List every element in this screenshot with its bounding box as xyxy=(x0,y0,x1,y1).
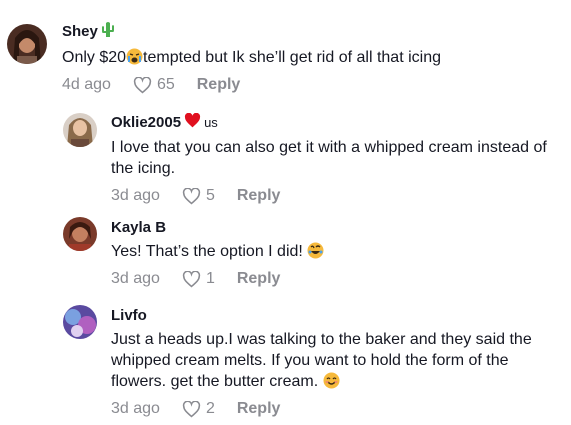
username-text[interactable]: Livfo xyxy=(111,307,147,325)
heart-outline-icon xyxy=(182,400,201,417)
comment-text-part: tempted but Ik she’ll get rid of all tha… xyxy=(143,49,441,66)
comment-meta: 3d ago 1 Reply xyxy=(111,268,561,290)
comment-text-part: Just a heads up.I was talking to the bak… xyxy=(111,331,532,390)
comment-date: 3d ago xyxy=(111,187,160,204)
username[interactable]: Oklie2005 us xyxy=(111,112,561,133)
like-button[interactable]: 1 xyxy=(182,270,215,288)
avatar[interactable] xyxy=(63,305,97,339)
like-button[interactable]: 65 xyxy=(133,76,175,94)
comment-item: Livfo Just a heads up.I was talking to t… xyxy=(0,300,571,425)
reply-button[interactable]: Reply xyxy=(197,76,241,94)
comment-text-part: Only $20 xyxy=(62,49,127,66)
comment-date: 3d ago xyxy=(111,270,160,287)
username[interactable]: Shey xyxy=(62,21,562,43)
username-text[interactable]: Shey xyxy=(62,23,98,41)
rolling-laughing-face-icon xyxy=(307,242,324,259)
like-count: 65 xyxy=(156,76,175,93)
username[interactable]: Livfo xyxy=(111,307,566,325)
comment-item: Kayla B Yes! That’s the option I did! 3d… xyxy=(0,212,571,292)
cactus-icon xyxy=(101,21,115,43)
heart-outline-icon xyxy=(182,187,201,204)
username-text[interactable]: Kayla B xyxy=(111,219,166,237)
username-text[interactable]: Oklie2005 xyxy=(111,114,181,132)
username-suffix: us xyxy=(204,115,218,130)
reply-button[interactable]: Reply xyxy=(237,400,281,418)
comment-text: Yes! That’s the option I did! xyxy=(111,241,561,262)
crying-face-icon xyxy=(126,48,143,65)
comment-text: Just a heads up.I was talking to the bak… xyxy=(111,329,566,392)
comment-meta: 3d ago 5 Reply xyxy=(111,185,561,207)
comment-item: Shey Only $20 tempted but Ik she’ll get r… xyxy=(0,0,571,100)
heart-outline-icon xyxy=(182,270,201,287)
like-button[interactable]: 2 xyxy=(182,400,215,418)
reply-button[interactable]: Reply xyxy=(237,270,281,288)
smiling-face-icon xyxy=(323,372,340,389)
red-heart-icon xyxy=(184,112,201,133)
reply-button[interactable]: Reply xyxy=(237,187,281,205)
avatar[interactable] xyxy=(63,217,97,251)
like-count: 2 xyxy=(205,400,215,417)
comment-meta: 3d ago 2 Reply xyxy=(111,398,566,420)
comment-item: Oklie2005 us I love that you can also ge… xyxy=(0,105,571,205)
username[interactable]: Kayla B xyxy=(111,219,561,237)
avatar[interactable] xyxy=(7,24,47,64)
like-count: 5 xyxy=(205,187,215,204)
comment-date: 4d ago xyxy=(62,76,111,93)
comment-date: 3d ago xyxy=(111,400,160,417)
like-count: 1 xyxy=(205,270,215,287)
comment-text: I love that you can also get it with a w… xyxy=(111,139,547,177)
comment-text-part: Yes! That’s the option I did! xyxy=(111,243,303,260)
comment-meta: 4d ago 65 Reply xyxy=(62,74,562,96)
avatar[interactable] xyxy=(63,113,97,147)
heart-outline-icon xyxy=(133,76,152,93)
comment-text: Only $20 tempted but Ik she’ll get rid of… xyxy=(62,47,562,68)
like-button[interactable]: 5 xyxy=(182,187,215,205)
